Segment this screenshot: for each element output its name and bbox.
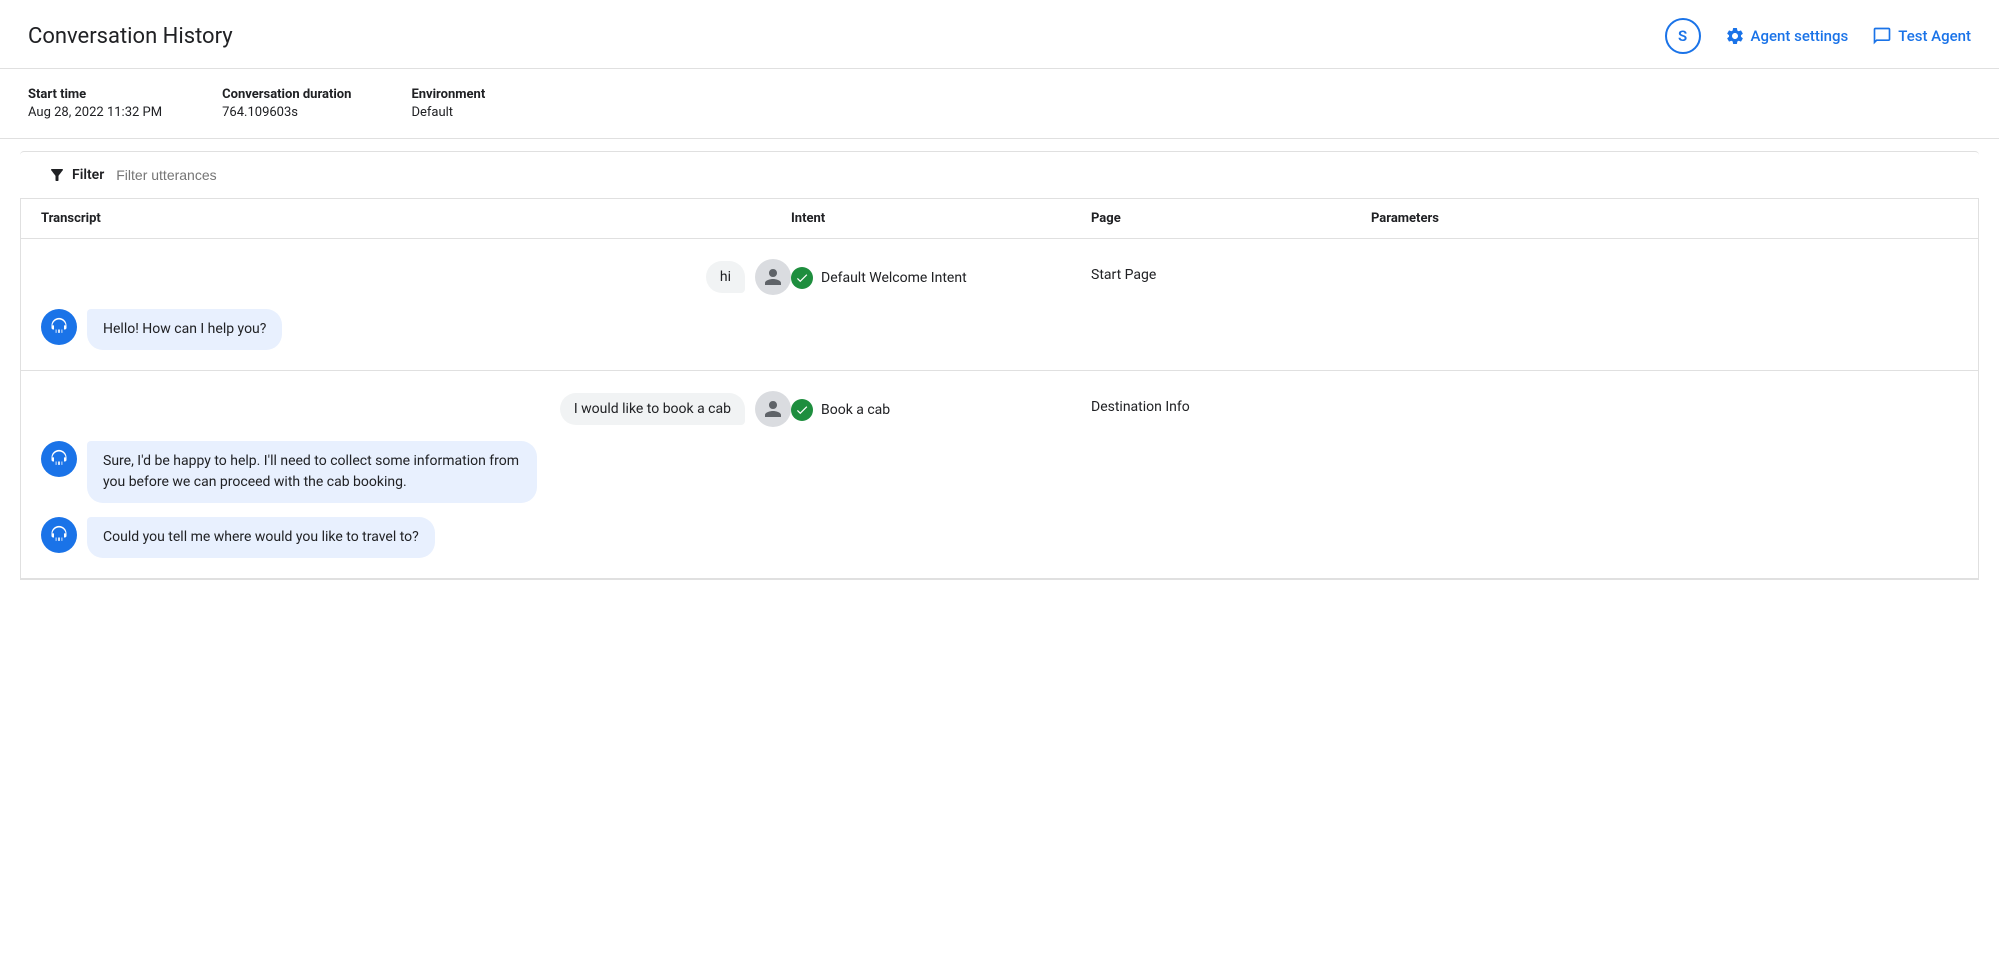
conversation-table: Transcript Intent Page Parameters hi (20, 199, 1979, 580)
agent-settings-button[interactable]: Agent settings (1725, 26, 1849, 46)
duration-label: Conversation duration (222, 87, 351, 102)
meta-bar: Start time Aug 28, 2022 11:32 PM Convers… (0, 69, 1999, 139)
agent-message-row-2a: Sure, I'd be happy to help. I'll need to… (41, 441, 791, 503)
agent-bubble-2b: Could you tell me where would you like t… (87, 517, 435, 558)
transcript-col-2: I would like to book a cab Sure, I'd be … (41, 391, 791, 558)
user-avatar-1 (755, 259, 791, 295)
params-col-2 (1371, 391, 1958, 399)
duration-info: Conversation duration 764.109603s (222, 87, 351, 120)
check-icon-2 (791, 399, 813, 421)
table-row: I would like to book a cab Sure, I'd be … (21, 371, 1978, 579)
transcript-col-1: hi Hello! How can I help you? (41, 259, 791, 350)
agent-avatar-2a (41, 441, 77, 477)
gear-icon (1725, 26, 1745, 46)
agent-message-row-1: Hello! How can I help you? (41, 309, 791, 350)
intent-col-1: Default Welcome Intent (791, 259, 1091, 289)
intent-col-2: Book a cab (791, 391, 1091, 421)
filter-button[interactable]: Filter (48, 166, 104, 184)
filter-input[interactable] (116, 167, 416, 183)
person-icon-2 (763, 399, 783, 419)
col-transcript: Transcript (41, 211, 791, 226)
agent-message-row-2b: Could you tell me where would you like t… (41, 517, 791, 558)
user-avatar-2 (755, 391, 791, 427)
start-time-value: Aug 28, 2022 11:32 PM (28, 105, 162, 120)
agent-avatar-2b (41, 517, 77, 553)
environment-label: Environment (411, 87, 485, 102)
agent-settings-label: Agent settings (1751, 27, 1849, 45)
headset-icon-2a (49, 449, 69, 469)
col-parameters: Parameters (1371, 211, 1958, 226)
filter-label: Filter (72, 167, 104, 183)
user-message-row-2: I would like to book a cab (41, 391, 791, 427)
environment-info: Environment Default (411, 87, 485, 120)
check-icon-1 (791, 267, 813, 289)
headset-icon-2b (49, 525, 69, 545)
page-col-2: Destination Info (1091, 391, 1371, 415)
checkmark-icon-2 (795, 403, 809, 417)
agent-avatar-1 (41, 309, 77, 345)
header-actions: S Agent settings Test Agent (1665, 18, 1971, 54)
user-bubble-1: hi (706, 261, 745, 293)
col-page: Page (1091, 211, 1371, 226)
start-time-label: Start time (28, 87, 162, 102)
avatar: S (1665, 18, 1701, 54)
params-col-1 (1371, 259, 1958, 267)
user-bubble-2: I would like to book a cab (560, 393, 745, 425)
agent-bubble-1: Hello! How can I help you? (87, 309, 282, 350)
col-intent: Intent (791, 211, 1091, 226)
intent-badge-2: Book a cab (791, 399, 890, 421)
intent-name-1: Default Welcome Intent (821, 270, 967, 286)
filter-icon (48, 166, 66, 184)
filter-bar: Filter (20, 151, 1979, 199)
intent-name-2: Book a cab (821, 402, 890, 418)
test-agent-button[interactable]: Test Agent (1872, 26, 1971, 46)
start-time-info: Start time Aug 28, 2022 11:32 PM (28, 87, 162, 120)
table-row: hi Hello! How can I help you? (21, 239, 1978, 371)
page-title: Conversation History (28, 24, 233, 49)
chat-icon (1872, 26, 1892, 46)
person-icon (763, 267, 783, 287)
table-header: Transcript Intent Page Parameters (21, 199, 1978, 239)
agent-bubble-2a: Sure, I'd be happy to help. I'll need to… (87, 441, 537, 503)
intent-badge-1: Default Welcome Intent (791, 267, 967, 289)
header: Conversation History S Agent settings Te… (0, 0, 1999, 69)
environment-value: Default (411, 105, 485, 120)
checkmark-icon (795, 271, 809, 285)
duration-value: 764.109603s (222, 105, 351, 120)
headset-icon-1 (49, 317, 69, 337)
test-agent-label: Test Agent (1898, 27, 1971, 45)
page-col-1: Start Page (1091, 259, 1371, 283)
user-message-row-1: hi (41, 259, 791, 295)
